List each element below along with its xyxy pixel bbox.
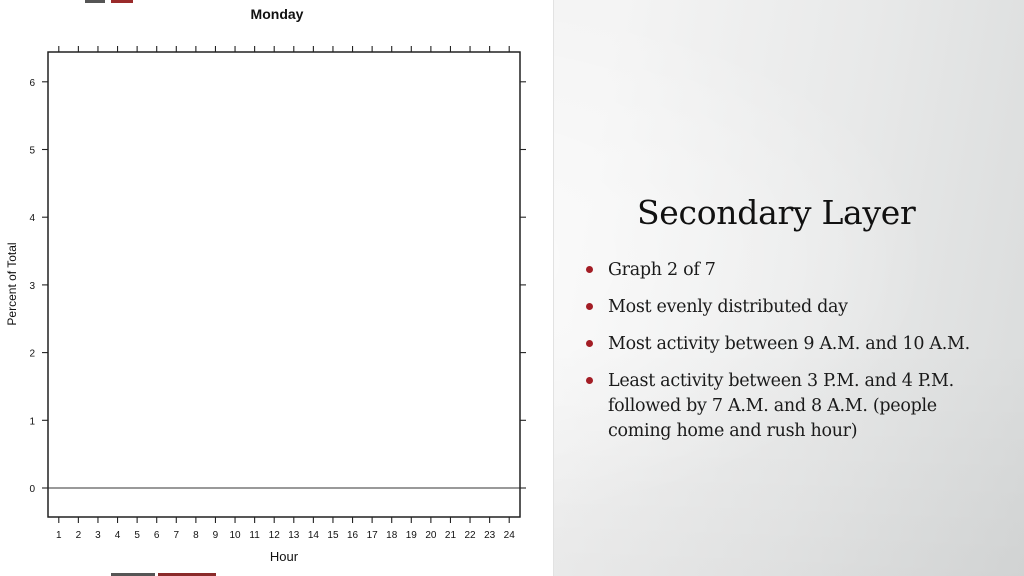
bullet-dot-icon bbox=[586, 266, 593, 273]
bar-chart: Monday Hour Percent of Total 01234561 2 3 4… bbox=[5, 6, 526, 564]
x-tick-label: 14 bbox=[308, 530, 320, 541]
bullet-dot-icon bbox=[586, 340, 593, 347]
x-tick-label: 12 bbox=[269, 530, 281, 541]
y-tick-label: 5 bbox=[29, 146, 35, 157]
x-tick-label: 23 bbox=[484, 530, 496, 541]
x-tick-label: 6 bbox=[154, 530, 160, 541]
bullet-text: Most evenly distributed day bbox=[608, 297, 848, 317]
bullet-item: Most evenly distributed day bbox=[582, 295, 982, 320]
slide-title: Secondary Layer bbox=[637, 193, 916, 232]
y-tick-label: 4 bbox=[29, 213, 35, 224]
x-tick-label: 5 bbox=[134, 530, 140, 541]
x-tick-label: 4 bbox=[115, 530, 121, 541]
x-tick-label: 20 bbox=[425, 530, 437, 541]
bullet-item: Most activity between 9 A.M. and 10 A.M. bbox=[582, 332, 982, 357]
x-tick-label: 22 bbox=[464, 530, 476, 541]
y-tick-label: 2 bbox=[29, 349, 35, 360]
x-tick-label: 15 bbox=[327, 530, 339, 541]
bullet-list: Graph 2 of 7 Most evenly distributed day… bbox=[582, 258, 982, 456]
x-tick-label: 17 bbox=[367, 530, 379, 541]
bullet-text: Graph 2 of 7 bbox=[608, 260, 716, 280]
x-tick-label: 1 bbox=[56, 530, 62, 541]
y-axis-label: Percent of Total bbox=[5, 242, 19, 325]
plot-frame bbox=[47, 51, 521, 518]
bullet-dot-icon bbox=[586, 303, 593, 310]
x-tick-label: 21 bbox=[445, 530, 457, 541]
bullet-item: Graph 2 of 7 bbox=[582, 258, 982, 283]
x-tick-label: 18 bbox=[386, 530, 398, 541]
y-tick-label: 1 bbox=[29, 416, 35, 427]
x-tick-label: 13 bbox=[288, 530, 300, 541]
x-tick-label: 2 bbox=[76, 530, 82, 541]
x-axis-label: Hour bbox=[270, 549, 299, 564]
x-tick-label: 24 bbox=[504, 530, 516, 541]
bullet-dot-icon bbox=[586, 377, 593, 384]
chart-title: Monday bbox=[251, 6, 304, 22]
axes-layer: 01234561 2 3 4 5 6 7 8 9 10 11 12 13 14 15 16 17 18 19 20 21… bbox=[29, 46, 526, 541]
chart-panel: Monday Hour Percent of Total 01234561234… bbox=[0, 0, 554, 576]
y-tick-label: 6 bbox=[29, 78, 35, 89]
x-tick-label: 3 bbox=[95, 530, 101, 541]
x-tick-label: 10 bbox=[229, 530, 241, 541]
bullet-item: Least activity between 3 P.M. and 4 P.M.… bbox=[582, 369, 982, 444]
bullet-text: Least activity between 3 P.M. and 4 P.M.… bbox=[608, 371, 954, 441]
x-tick-label: 7 bbox=[174, 530, 180, 541]
x-tick-label: 19 bbox=[406, 530, 418, 541]
x-tick-label: 8 bbox=[193, 530, 199, 541]
y-tick-label: 3 bbox=[29, 281, 35, 292]
x-tick-label: 16 bbox=[347, 530, 359, 541]
x-tick-label: 9 bbox=[213, 530, 219, 541]
x-tick-label: 11 bbox=[249, 530, 260, 541]
bullet-text: Most activity between 9 A.M. and 10 A.M. bbox=[608, 334, 970, 354]
y-tick-label: 0 bbox=[29, 484, 35, 495]
